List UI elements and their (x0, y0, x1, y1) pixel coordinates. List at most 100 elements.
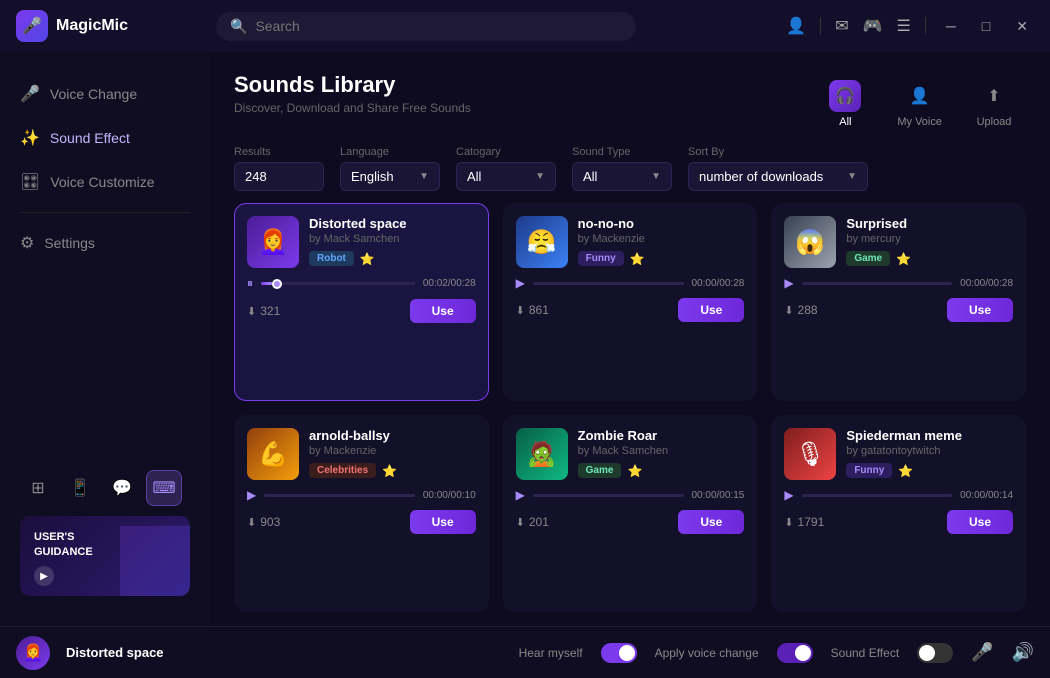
play-button-6[interactable]: ▶ (784, 488, 793, 502)
progress-bar-6[interactable] (802, 494, 953, 497)
minimize-button[interactable]: ─ (940, 16, 962, 36)
sound-card-5[interactable]: 🧟 Zombie Roar by Mack Samchen Game ⭐ ▶ (503, 415, 758, 612)
download-number-3: 288 (798, 303, 818, 317)
download-icon-1: ⬇ (247, 305, 256, 318)
card-info-1: Distorted space by Mack Samchen Robot ⭐ (309, 216, 476, 266)
guidance-arrow: ▶ (34, 566, 54, 586)
now-playing-avatar: 👩‍🦰 (16, 636, 50, 670)
card-bottom-1: ⬇ 321 Use (247, 299, 476, 323)
star-icon-6: ⭐ (898, 464, 913, 478)
guidance-text: USER'S GUIDANCE (34, 530, 93, 561)
tool-keyboard[interactable]: ⌨ (146, 470, 182, 506)
use-button-1[interactable]: Use (410, 299, 476, 323)
sidebar-item-voice-change[interactable]: 🎤 Voice Change (0, 72, 210, 116)
card-title-2: no-no-no (578, 216, 745, 231)
tool-phone[interactable]: 📱 (62, 470, 98, 506)
card-top-1: 👩‍🦰 Distorted space by Mack Samchen Robo… (247, 216, 476, 268)
sound-effect-toggle[interactable] (917, 643, 953, 663)
mic-mute-icon[interactable]: 🎤 (971, 642, 993, 663)
user-icon[interactable]: 👤 (786, 16, 806, 36)
play-button-3[interactable]: ▶ (784, 276, 793, 290)
progress-bar-1[interactable] (261, 282, 415, 285)
search-input[interactable] (255, 18, 622, 34)
card-progress-4: ▶ 00:00/00:10 (247, 488, 476, 502)
download-icon-5: ⬇ (516, 516, 525, 529)
titlebar-actions: 👤 ✉ 🎮 ☰ ─ □ ✕ (786, 16, 1034, 37)
sound-card-2[interactable]: 😤 no-no-no by Mackenzie Funny ⭐ ▶ (503, 203, 758, 401)
tab-my-voice[interactable]: 👤 My Voice (883, 72, 956, 136)
progress-bar-4[interactable] (264, 494, 415, 497)
mail-icon[interactable]: ✉ (835, 16, 848, 36)
use-button-6[interactable]: Use (947, 510, 1013, 534)
sidebar: 🎤 Voice Change ✨ Sound Effect 🎛 Voice Cu… (0, 52, 210, 626)
sound-type-select[interactable]: All ▼ (572, 162, 672, 191)
use-button-3[interactable]: Use (947, 298, 1013, 322)
header-tabs: 🎧 All 👤 My Voice ⬆ Upload (813, 72, 1026, 136)
card-tags-3: Game ⭐ (846, 251, 1013, 266)
download-number-5: 201 (529, 515, 549, 529)
progress-bar-2[interactable] (533, 282, 684, 285)
card-title-5: Zombie Roar (578, 428, 745, 443)
sort-select[interactable]: number of downloads ▼ (688, 162, 868, 191)
sound-card-3[interactable]: 😱 Surprised by mercury Game ⭐ ▶ (771, 203, 1026, 401)
card-top-5: 🧟 Zombie Roar by Mack Samchen Game ⭐ (516, 428, 745, 480)
bottom-bar: 👩‍🦰 Distorted space Hear myself Apply vo… (0, 626, 1050, 678)
hear-myself-label: Hear myself (519, 646, 583, 660)
card-info-5: Zombie Roar by Mack Samchen Game ⭐ (578, 428, 745, 478)
category-select[interactable]: All ▼ (456, 162, 556, 191)
card-title-1: Distorted space (309, 216, 476, 231)
card-avatar-5: 🧟 (516, 428, 568, 480)
card-avatar-4: 💪 (247, 428, 299, 480)
discord-icon[interactable]: 🎮 (863, 16, 883, 36)
maximize-button[interactable]: □ (976, 16, 996, 36)
play-button-5[interactable]: ▶ (516, 488, 525, 502)
volume-icon[interactable]: 🔊 (1012, 642, 1034, 663)
sound-card-4[interactable]: 💪 arnold-ballsy by Mackenzie Celebrities… (234, 415, 489, 612)
language-value: English (351, 169, 394, 184)
card-bottom-5: ⬇ 201 Use (516, 510, 745, 534)
category-value: All (467, 169, 481, 184)
download-count-3: ⬇ 288 (784, 303, 817, 317)
tool-grid[interactable]: ⊞ (20, 470, 56, 506)
language-label: Language (340, 146, 440, 158)
tab-upload[interactable]: ⬆ Upload (962, 72, 1026, 136)
progress-time-4: 00:00/00:10 (423, 490, 476, 501)
user-guidance-banner[interactable]: USER'S GUIDANCE ▶ (20, 516, 190, 596)
card-author-1: by Mack Samchen (309, 233, 476, 245)
sort-chevron-icon: ▼ (847, 171, 857, 182)
card-top-3: 😱 Surprised by mercury Game ⭐ (784, 216, 1013, 268)
sidebar-item-sound-effect[interactable]: ✨ Sound Effect (0, 116, 210, 160)
progress-time-5: 00:00/00:15 (692, 490, 745, 501)
card-avatar-1: 👩‍🦰 (247, 216, 299, 268)
progress-bar-5[interactable] (533, 494, 684, 497)
tool-chat[interactable]: 💬 (104, 470, 140, 506)
sidebar-item-voice-customize[interactable]: 🎛 Voice Customize (0, 160, 210, 204)
tab-all[interactable]: 🎧 All (813, 72, 877, 136)
play-button-2[interactable]: ▶ (516, 276, 525, 290)
play-button-4[interactable]: ▶ (247, 488, 256, 502)
use-button-5[interactable]: Use (678, 510, 744, 534)
menu-icon[interactable]: ☰ (897, 16, 911, 36)
page-title: Sounds Library (234, 72, 471, 98)
language-select[interactable]: English ▼ (340, 162, 440, 191)
use-button-4[interactable]: Use (410, 510, 476, 534)
search-bar[interactable]: 🔍 (216, 12, 636, 41)
tab-my-voice-label: My Voice (897, 116, 942, 128)
sound-card-6[interactable]: 🎙 Spiederman meme by gatatontoytwitch Fu… (771, 415, 1026, 612)
page-title-area: Sounds Library Discover, Download and Sh… (234, 72, 471, 115)
play-button-1[interactable]: ⏸ (247, 276, 253, 291)
hear-myself-toggle[interactable] (601, 643, 637, 663)
card-progress-3: ▶ 00:00/00:28 (784, 276, 1013, 290)
card-info-2: no-no-no by Mackenzie Funny ⭐ (578, 216, 745, 266)
apply-voice-label: Apply voice change (655, 646, 759, 660)
sound-grid: 👩‍🦰 Distorted space by Mack Samchen Robo… (210, 203, 1050, 626)
sound-card-1[interactable]: 👩‍🦰 Distorted space by Mack Samchen Robo… (234, 203, 489, 401)
card-progress-2: ▶ 00:00/00:28 (516, 276, 745, 290)
close-button[interactable]: ✕ (1010, 16, 1034, 37)
bottom-tools: ⊞ 📱 💬 ⌨ (10, 460, 200, 506)
progress-bar-3[interactable] (802, 282, 953, 285)
tab-all-label: All (839, 116, 851, 128)
apply-voice-toggle[interactable] (777, 643, 813, 663)
sidebar-item-settings[interactable]: ⚙ Settings (0, 221, 210, 265)
use-button-2[interactable]: Use (678, 298, 744, 322)
